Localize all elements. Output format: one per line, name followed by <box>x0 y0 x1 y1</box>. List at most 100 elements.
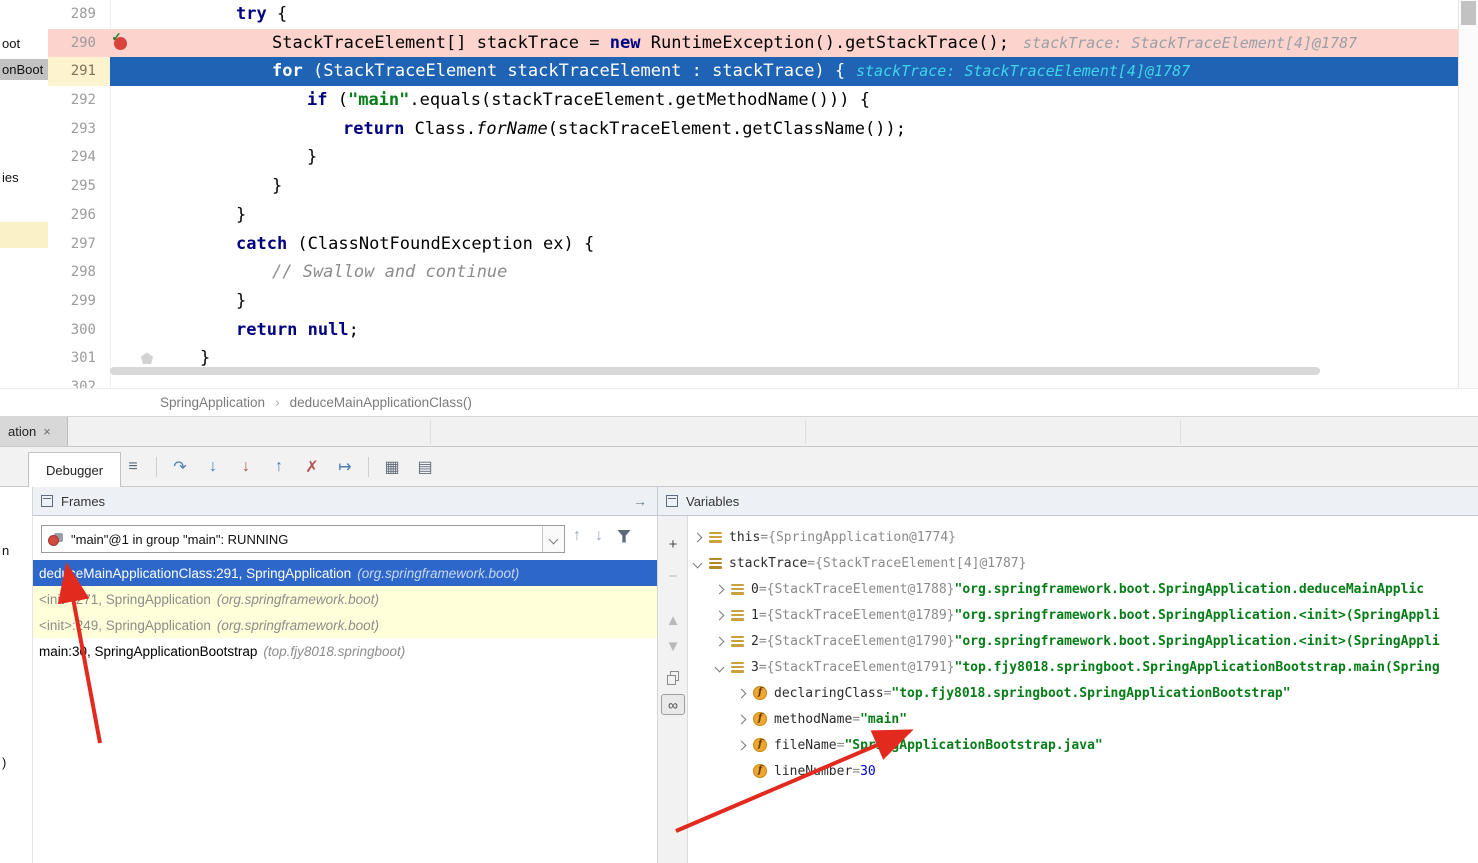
code-editor[interactable]: 289try {290✓StackTraceElement[] stackTra… <box>48 0 1478 388</box>
code-line-290[interactable]: 290✓StackTraceElement[] stackTrace = new… <box>48 29 1478 58</box>
mute-breakpoints-icon[interactable]: ▤ <box>412 454 438 480</box>
force-step-into-icon[interactable]: ↓ <box>233 454 259 480</box>
variable-row[interactable]: fdeclaringClass = "top.fjy8018.springboo… <box>688 680 1478 706</box>
code-line-295[interactable]: 295} <box>48 172 1478 201</box>
breadcrumb-method[interactable]: deduceMainApplicationClass() <box>290 395 472 410</box>
scrollbar-thumb[interactable] <box>1461 1 1476 25</box>
frames-panel: "main"@1 in group "main": RUNNING ↑ ↓ ded… <box>32 516 658 863</box>
scroll-up-button[interactable]: ▲ <box>658 608 688 632</box>
variable-row[interactable]: 3 = {StackTraceElement@1791} "top.fjy801… <box>688 654 1478 680</box>
variable-string-value: "org.springframework.boot.SpringApplicat… <box>955 582 1425 597</box>
variable-row[interactable]: ffileName = "SpringApplicationBootstrap.… <box>688 732 1478 758</box>
breadcrumb-class[interactable]: SpringApplication <box>160 395 265 410</box>
line-number: 297 <box>48 230 110 259</box>
array-value-icon <box>709 557 722 570</box>
step-into-icon[interactable]: ↓ <box>200 454 226 480</box>
frame-row[interactable]: <init>:249, SpringApplication(org.spring… <box>33 612 657 638</box>
line-number: 299 <box>48 287 110 316</box>
chevron-collapsed-icon[interactable] <box>737 740 747 750</box>
chevron-expanded-icon[interactable] <box>693 558 703 568</box>
drop-frame-icon[interactable]: ✗ <box>299 454 325 480</box>
next-frame-button[interactable]: ↓ <box>595 527 603 545</box>
frame-row[interactable]: deduceMainApplicationClass:291, SpringAp… <box>33 560 657 586</box>
code-line-298[interactable]: 298// Swallow and continue <box>48 258 1478 287</box>
horizontal-scrollbar[interactable] <box>110 367 1320 375</box>
frames-panel-title: Frames <box>61 494 105 509</box>
chevron-collapsed-icon[interactable] <box>715 610 725 620</box>
frame-row[interactable]: <init>:271, SpringApplication(org.spring… <box>33 586 657 612</box>
tabstrip-divider <box>430 420 431 444</box>
variable-row[interactable]: 2 = {StackTraceElement@1790} "org.spring… <box>688 628 1478 654</box>
remove-button[interactable]: − <box>658 564 688 588</box>
code-line-291[interactable]: 291for (StackTraceElement stackTraceElem… <box>48 57 1478 86</box>
inline-debug-hint: stackTrace: StackTraceElement[4]@1787 <box>1023 29 1357 58</box>
variable-string-value: "top.fjy8018.springboot.SpringApplicatio… <box>891 686 1290 701</box>
prev-frame-button[interactable]: ↑ <box>573 527 581 545</box>
variable-name: 3 <box>751 660 759 675</box>
chevron-collapsed-icon[interactable] <box>737 714 747 724</box>
variables-panel-header: Variables <box>658 487 1478 516</box>
variable-name: fileName <box>774 738 837 753</box>
variable-row[interactable]: 1 = {StackTraceElement@1789} "org.spring… <box>688 602 1478 628</box>
breakpoint-icon[interactable]: ✓ <box>114 37 127 50</box>
variables-panel-icon <box>666 495 678 507</box>
show-values-toggle[interactable]: ∞ <box>661 694 685 715</box>
code-line-300[interactable]: 300return null; <box>48 316 1478 345</box>
chevron-collapsed-icon[interactable] <box>693 532 703 542</box>
code-token: for <box>272 61 303 81</box>
variable-string-value: "SpringApplicationBootstrap.java" <box>844 738 1102 753</box>
variable-row[interactable]: fmethodName = "main" <box>688 706 1478 732</box>
float-window-icon[interactable]: → <box>633 493 647 509</box>
variable-name: methodName <box>774 712 852 727</box>
chevron-expanded-icon[interactable] <box>715 662 725 672</box>
code-line-294[interactable]: 294} <box>48 143 1478 172</box>
code-line-292[interactable]: 292if ("main".equals(stackTraceElement.g… <box>48 86 1478 115</box>
chevron-collapsed-icon[interactable] <box>715 636 725 646</box>
line-number: 289 <box>48 0 110 29</box>
copy-icon <box>667 671 680 685</box>
variable-name: stackTrace <box>729 556 807 571</box>
breadcrumb: SpringApplication › deduceMainApplicatio… <box>0 388 1478 417</box>
step-out-icon[interactable]: ↑ <box>266 454 292 480</box>
thread-selector-dropdown[interactable]: "main"@1 in group "main": RUNNING <box>41 525 565 553</box>
code-line-296[interactable]: 296} <box>48 201 1478 230</box>
tab-debugger[interactable]: Debugger <box>28 452 121 487</box>
inline-debug-hint: stackTrace: StackTraceElement[4]@1787 <box>856 57 1190 86</box>
value-icon <box>731 661 744 674</box>
code-line-299[interactable]: 299} <box>48 287 1478 316</box>
variable-row[interactable]: flineNumber = 30 <box>688 758 1478 784</box>
variable-string-value: "org.springframework.boot.SpringApplicat… <box>955 608 1440 623</box>
frame-package: (top.fjy8018.springboot) <box>263 644 405 659</box>
code-token: ( <box>327 90 347 110</box>
vertical-scrollbar[interactable] <box>1458 0 1478 388</box>
dropdown-chevron-icon[interactable] <box>542 526 564 552</box>
copy-stack-button[interactable] <box>658 666 688 690</box>
code-line-297[interactable]: 297catch (ClassNotFoundException ex) { <box>48 230 1478 259</box>
add-button[interactable]: + <box>658 532 688 556</box>
step-over-icon[interactable]: ↷ <box>167 454 193 480</box>
line-number: 302 <box>48 373 110 388</box>
run-to-cursor-icon[interactable]: ↦ <box>332 454 358 480</box>
scroll-down-button[interactable]: ▼ <box>658 634 688 658</box>
editor-code: 289try {290✓StackTraceElement[] stackTra… <box>48 0 1478 388</box>
breakpoint-verified-check-icon: ✓ <box>112 30 122 44</box>
code-token: } <box>200 348 210 368</box>
variable-row[interactable]: stackTrace = {StackTraceElement[4]@1787} <box>688 550 1478 576</box>
variable-row[interactable]: this = {SpringApplication@1774} <box>688 524 1478 550</box>
frame-method: main:30, SpringApplicationBootstrap <box>39 644 257 659</box>
variable-reference: {SpringApplication@1774} <box>768 530 956 545</box>
filter-frames-button[interactable] <box>617 530 631 543</box>
code-line-289[interactable]: 289try { <box>48 0 1478 29</box>
view-breakpoints-icon[interactable]: ▦ <box>379 454 405 480</box>
code-line-293[interactable]: 293return Class.forName(stackTraceElemen… <box>48 115 1478 144</box>
frame-row[interactable]: main:30, SpringApplicationBootstrap (top.… <box>33 638 657 664</box>
frames-side-toolbar: + − ▲▼ ∞ <box>658 516 688 863</box>
threads-view-icon[interactable]: ≡ <box>120 454 146 480</box>
tree-row-highlight <box>0 222 48 248</box>
chevron-collapsed-icon[interactable] <box>737 688 747 698</box>
variable-row[interactable]: 0 = {StackTraceElement@1788} "org.spring… <box>688 576 1478 602</box>
chevron-collapsed-icon[interactable] <box>715 584 725 594</box>
tab-run-configuration[interactable]: ation × <box>0 417 68 446</box>
close-icon[interactable]: × <box>43 424 51 439</box>
code-token: (StackTraceElement stackTraceElement : s… <box>303 61 845 81</box>
